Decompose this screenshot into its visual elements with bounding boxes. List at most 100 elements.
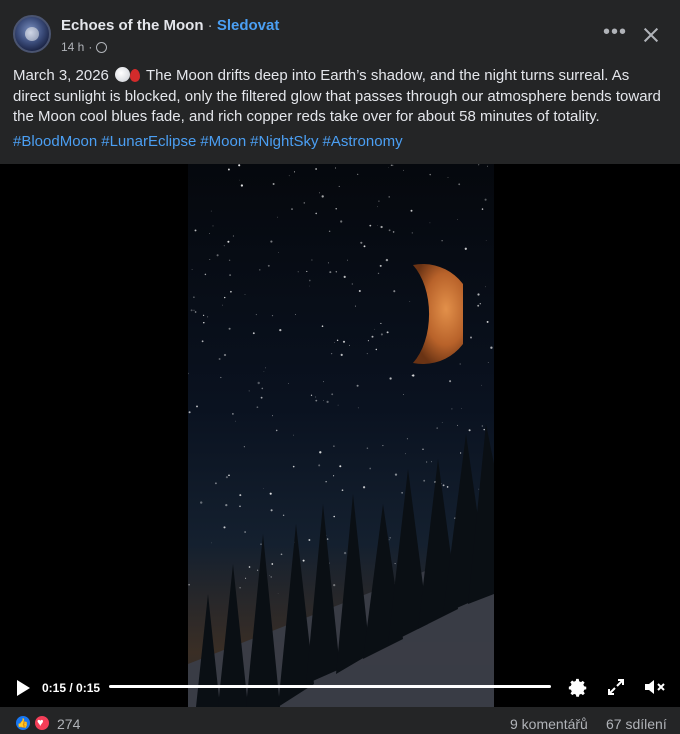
hashtag-link[interactable]: #Astronomy	[323, 133, 403, 150]
star	[422, 448, 424, 450]
star	[363, 245, 366, 248]
star	[447, 177, 449, 178]
star	[342, 340, 346, 343]
star	[263, 371, 265, 373]
star	[468, 429, 471, 432]
expand-icon[interactable]	[606, 677, 626, 697]
night-sky-image	[188, 164, 494, 707]
star	[309, 285, 310, 287]
star	[220, 376, 222, 379]
star	[337, 404, 339, 406]
star	[333, 515, 336, 518]
star	[410, 209, 413, 212]
star	[333, 341, 335, 343]
star	[228, 474, 230, 477]
star	[188, 372, 189, 375]
star	[235, 420, 236, 422]
post-body-text: The Moon drifts deep into Earth’s shadow…	[13, 67, 661, 125]
star	[308, 279, 311, 282]
star	[382, 445, 384, 447]
star	[490, 346, 493, 349]
star	[388, 196, 390, 198]
star	[486, 320, 489, 323]
star	[319, 451, 322, 454]
post-meta: 14 h ·	[61, 40, 108, 54]
star	[326, 400, 329, 404]
star	[196, 405, 198, 408]
star	[333, 583, 336, 587]
star	[366, 447, 369, 449]
star	[270, 240, 273, 243]
star	[436, 427, 438, 429]
star	[207, 316, 209, 318]
page-name[interactable]: Echoes of the Moon	[61, 17, 204, 34]
star	[194, 311, 197, 313]
star	[406, 438, 408, 440]
star	[362, 486, 366, 489]
star	[457, 424, 459, 426]
star	[483, 428, 485, 431]
star	[321, 195, 324, 198]
star	[278, 251, 279, 253]
star	[323, 381, 324, 383]
star	[338, 185, 340, 187]
hashtag-link[interactable]: #Moon	[200, 133, 246, 150]
star	[287, 383, 289, 384]
star	[318, 464, 321, 467]
hashtags: #BloodMoon #LunarEclipse #Moon #NightSky #As…	[13, 133, 407, 150]
star	[369, 224, 372, 227]
star	[335, 271, 337, 273]
love-reaction-icon[interactable]	[33, 714, 51, 732]
star	[193, 309, 195, 311]
star	[216, 254, 219, 257]
video-progress-bar[interactable]	[109, 685, 551, 688]
star	[293, 171, 296, 173]
star	[270, 509, 273, 512]
star	[379, 264, 382, 267]
page-avatar[interactable]	[13, 15, 51, 53]
video-time: 0:15 / 0:15	[42, 681, 101, 695]
star	[248, 566, 251, 568]
star	[267, 264, 270, 267]
star	[388, 539, 390, 541]
star	[330, 352, 333, 355]
star	[271, 315, 274, 317]
star	[394, 473, 398, 476]
star	[315, 168, 317, 170]
star	[469, 336, 473, 339]
star	[277, 216, 279, 218]
play-icon[interactable]	[17, 680, 30, 696]
star	[214, 482, 217, 485]
star	[228, 259, 231, 262]
follow-button[interactable]: Sledovat	[217, 17, 280, 34]
gear-icon[interactable]	[567, 677, 589, 699]
shares-count[interactable]: 67 sdílení	[606, 716, 667, 732]
star	[481, 425, 483, 427]
close-button[interactable]	[636, 20, 666, 50]
reaction-count[interactable]: 274	[57, 716, 80, 732]
post-time[interactable]: 14 h	[61, 40, 84, 54]
blood-drop-icon	[130, 69, 141, 82]
hashtag-link[interactable]: #BloodMoon	[13, 133, 97, 150]
star	[329, 271, 332, 274]
meta-separator: ·	[88, 40, 93, 54]
like-reaction-icon[interactable]	[14, 714, 32, 732]
video-player[interactable]: 0:15 / 0:15	[0, 164, 680, 707]
star	[343, 551, 347, 555]
star	[190, 309, 193, 312]
comments-count[interactable]: 9 komentářů	[510, 716, 588, 732]
hashtag-link[interactable]: #NightSky	[250, 133, 318, 150]
star	[487, 165, 488, 167]
star	[310, 394, 313, 396]
star	[209, 233, 210, 234]
mute-icon[interactable]	[642, 676, 666, 698]
hashtag-link[interactable]: #LunarEclipse	[101, 133, 196, 150]
more-options-button[interactable]: •••	[600, 20, 630, 50]
star	[265, 367, 266, 369]
star	[441, 421, 443, 423]
eclipsed-moon	[413, 264, 463, 364]
star	[375, 348, 378, 351]
star	[244, 531, 246, 533]
star	[243, 446, 245, 448]
star	[295, 314, 296, 315]
